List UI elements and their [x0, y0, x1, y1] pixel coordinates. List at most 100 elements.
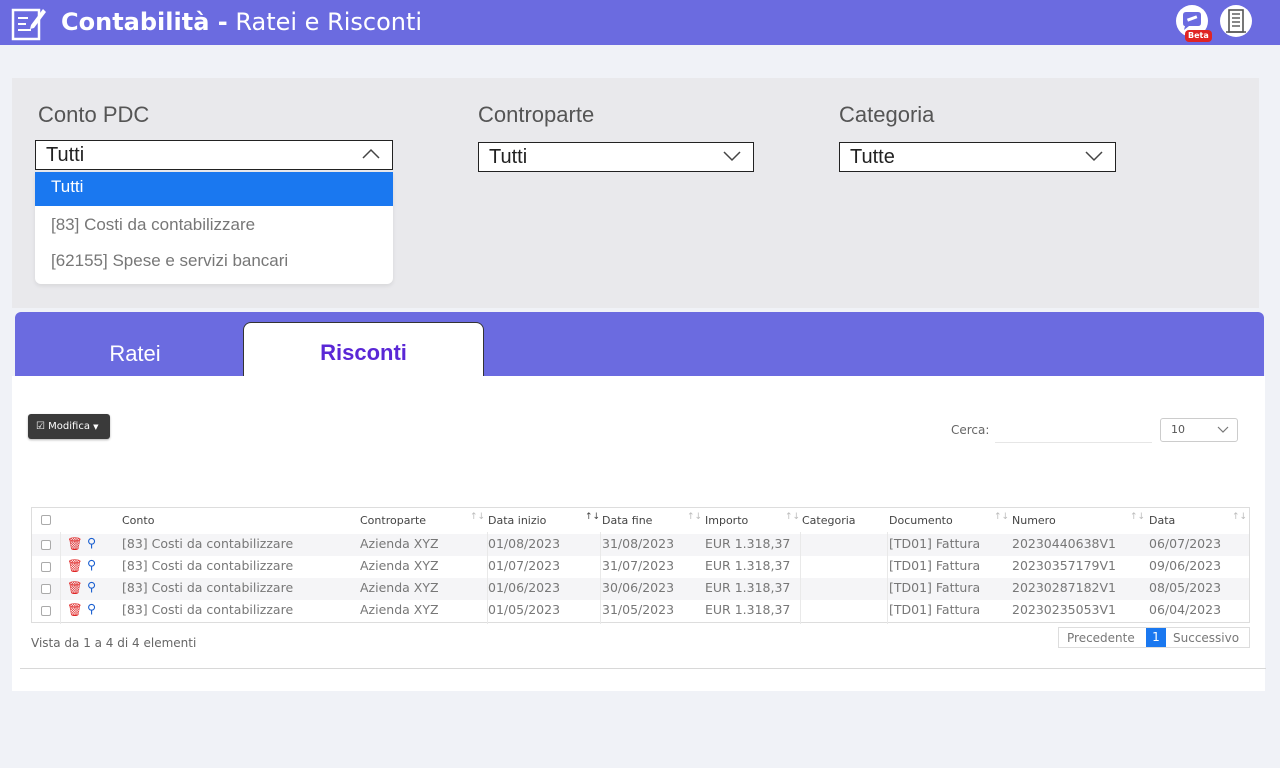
cell-data-fine: 31/05/2023 [602, 602, 675, 617]
conto-dropdown: Tutti [83] Costi da contabilizzare [6215… [35, 172, 393, 284]
building-icon [1226, 9, 1246, 33]
cell-data-fine: 31/07/2023 [602, 558, 675, 573]
controparte-label: Controparte [478, 102, 595, 127]
cell-documento: [TD01] Fattura [889, 580, 981, 595]
search-input[interactable] [995, 419, 1152, 443]
cell-data-fine: 31/08/2023 [602, 536, 675, 551]
column-divider [600, 532, 601, 624]
col-header-numero[interactable]: Numero [1012, 514, 1056, 527]
pagination-next[interactable]: Successivo [1173, 631, 1239, 645]
cell-conto: [83] Costi da contabilizzare [122, 536, 294, 551]
cell-controparte: Azienda XYZ [360, 536, 439, 551]
col-header-conto[interactable]: Conto [122, 514, 154, 527]
risconti-table: Conto Controparte ↑↓ Data inizio ↑↓ Data… [31, 507, 1250, 624]
chevron-up-icon [362, 148, 380, 159]
table-row: 🗑 ⚲ [83] Costi da contabilizzare Azienda… [32, 578, 1249, 600]
page-size-select[interactable]: 10 [1160, 418, 1238, 442]
controparte-select[interactable]: Tutti [478, 142, 754, 172]
tab-ratei[interactable]: Ratei [15, 323, 255, 376]
app-header: Contabilità - Ratei e Risconti [0, 0, 1280, 45]
conto-option-83[interactable]: [83] Costi da contabilizzare [35, 208, 393, 244]
trash-icon[interactable]: 🗑 [67, 580, 83, 596]
cell-numero: 20230287182V1 [1012, 580, 1116, 595]
search-label: Cerca: [951, 423, 990, 437]
row-checkbox[interactable] [41, 584, 51, 594]
cell-documento: [TD01] Fattura [889, 602, 981, 617]
col-header-data-inizio[interactable]: Data inizio [488, 514, 546, 527]
cell-data: 06/04/2023 [1149, 602, 1222, 617]
modifica-button[interactable]: ☑ Modifica ▼ [28, 414, 110, 439]
row-checkbox[interactable] [41, 562, 51, 572]
row-checkbox[interactable] [41, 540, 51, 550]
conto-label: Conto PDC [38, 102, 150, 127]
column-divider [60, 532, 61, 624]
col-header-data-fine[interactable]: Data fine [602, 514, 652, 527]
company-button[interactable] [1220, 5, 1252, 37]
sort-icon[interactable]: ↑↓ [687, 512, 702, 522]
caret-down-icon: ▼ [93, 423, 99, 431]
cell-importo: EUR 1.318,37 [705, 580, 791, 595]
table-row: 🗑 ⚲ [83] Costi da contabilizzare Azienda… [32, 534, 1249, 556]
cell-data-inizio: 01/06/2023 [488, 580, 561, 595]
search-icon[interactable]: ⚲ [87, 601, 96, 616]
title-section: Ratei e Risconti [235, 8, 423, 36]
divider [20, 668, 1266, 669]
cell-controparte: Azienda XYZ [360, 602, 439, 617]
col-header-data[interactable]: Data [1149, 514, 1175, 527]
sort-icon[interactable]: ↑↓ [785, 512, 800, 522]
modifica-label: Modifica [48, 421, 90, 432]
trash-icon[interactable]: 🗑 [67, 536, 83, 552]
page-size-value: 10 [1171, 423, 1185, 436]
col-header-importo[interactable]: Importo [705, 514, 748, 527]
column-divider [887, 532, 888, 624]
search-icon[interactable]: ⚲ [87, 535, 96, 550]
select-all-checkbox[interactable] [41, 515, 51, 525]
column-divider [487, 532, 488, 624]
checkbox-icon: ☑ [36, 421, 45, 432]
col-header-documento[interactable]: Documento [889, 514, 953, 527]
chevron-down-icon [1217, 426, 1229, 433]
cell-numero: 20230357179V1 [1012, 558, 1116, 573]
cell-importo: EUR 1.318,37 [705, 536, 791, 551]
cell-controparte: Azienda XYZ [360, 558, 439, 573]
page-title: Contabilità - Ratei e Risconti [61, 6, 422, 38]
cell-conto: [83] Costi da contabilizzare [122, 558, 294, 573]
pagination-prev[interactable]: Precedente [1067, 631, 1135, 645]
table-row: 🗑 ⚲ [83] Costi da contabilizzare Azienda… [32, 600, 1249, 622]
cell-data-inizio: 01/08/2023 [488, 536, 561, 551]
col-header-categoria[interactable]: Categoria [802, 514, 856, 527]
categoria-label: Categoria [839, 102, 935, 127]
chevron-down-icon [723, 151, 741, 162]
search-icon[interactable]: ⚲ [87, 579, 96, 594]
cell-importo: EUR 1.318,37 [705, 558, 791, 573]
cell-conto: [83] Costi da contabilizzare [122, 602, 294, 617]
title-module: Contabilità - [61, 8, 228, 36]
cell-data: 06/07/2023 [1149, 536, 1222, 551]
conto-option-tutti[interactable]: Tutti [35, 172, 393, 206]
cell-documento: [TD01] Fattura [889, 558, 981, 573]
trash-icon[interactable]: 🗑 [67, 602, 83, 618]
sort-icon[interactable]: ↑↓ [1130, 512, 1145, 522]
tab-risconti[interactable]: Risconti [243, 322, 484, 378]
search-icon[interactable]: ⚲ [87, 557, 96, 572]
cell-data: 09/06/2023 [1149, 558, 1222, 573]
sort-icon[interactable]: ↑↓ [1232, 512, 1247, 522]
col-header-controparte[interactable]: Controparte [360, 514, 426, 527]
pagination: Precedente 1 Successivo [1058, 627, 1250, 648]
categoria-select[interactable]: Tutte [839, 142, 1116, 172]
sort-icon[interactable]: ↑↓ [470, 512, 485, 522]
conto-select-value: Tutti [46, 144, 85, 166]
cell-data: 08/05/2023 [1149, 580, 1222, 595]
conto-select[interactable]: Tutti [35, 140, 393, 170]
trash-icon[interactable]: 🗑 [67, 558, 83, 574]
controparte-select-value: Tutti [489, 146, 528, 168]
row-checkbox[interactable] [41, 606, 51, 616]
cell-importo: EUR 1.318,37 [705, 602, 791, 617]
sort-icon[interactable]: ↑↓ [994, 512, 1009, 522]
pagination-page[interactable]: 1 [1146, 628, 1166, 647]
cell-controparte: Azienda XYZ [360, 580, 439, 595]
table-row: 🗑 ⚲ [83] Costi da contabilizzare Azienda… [32, 556, 1249, 578]
cell-conto: [83] Costi da contabilizzare [122, 580, 294, 595]
conto-option-62155[interactable]: [62155] Spese e servizi bancari [35, 244, 393, 280]
sort-icon[interactable]: ↑↓ [585, 512, 600, 522]
